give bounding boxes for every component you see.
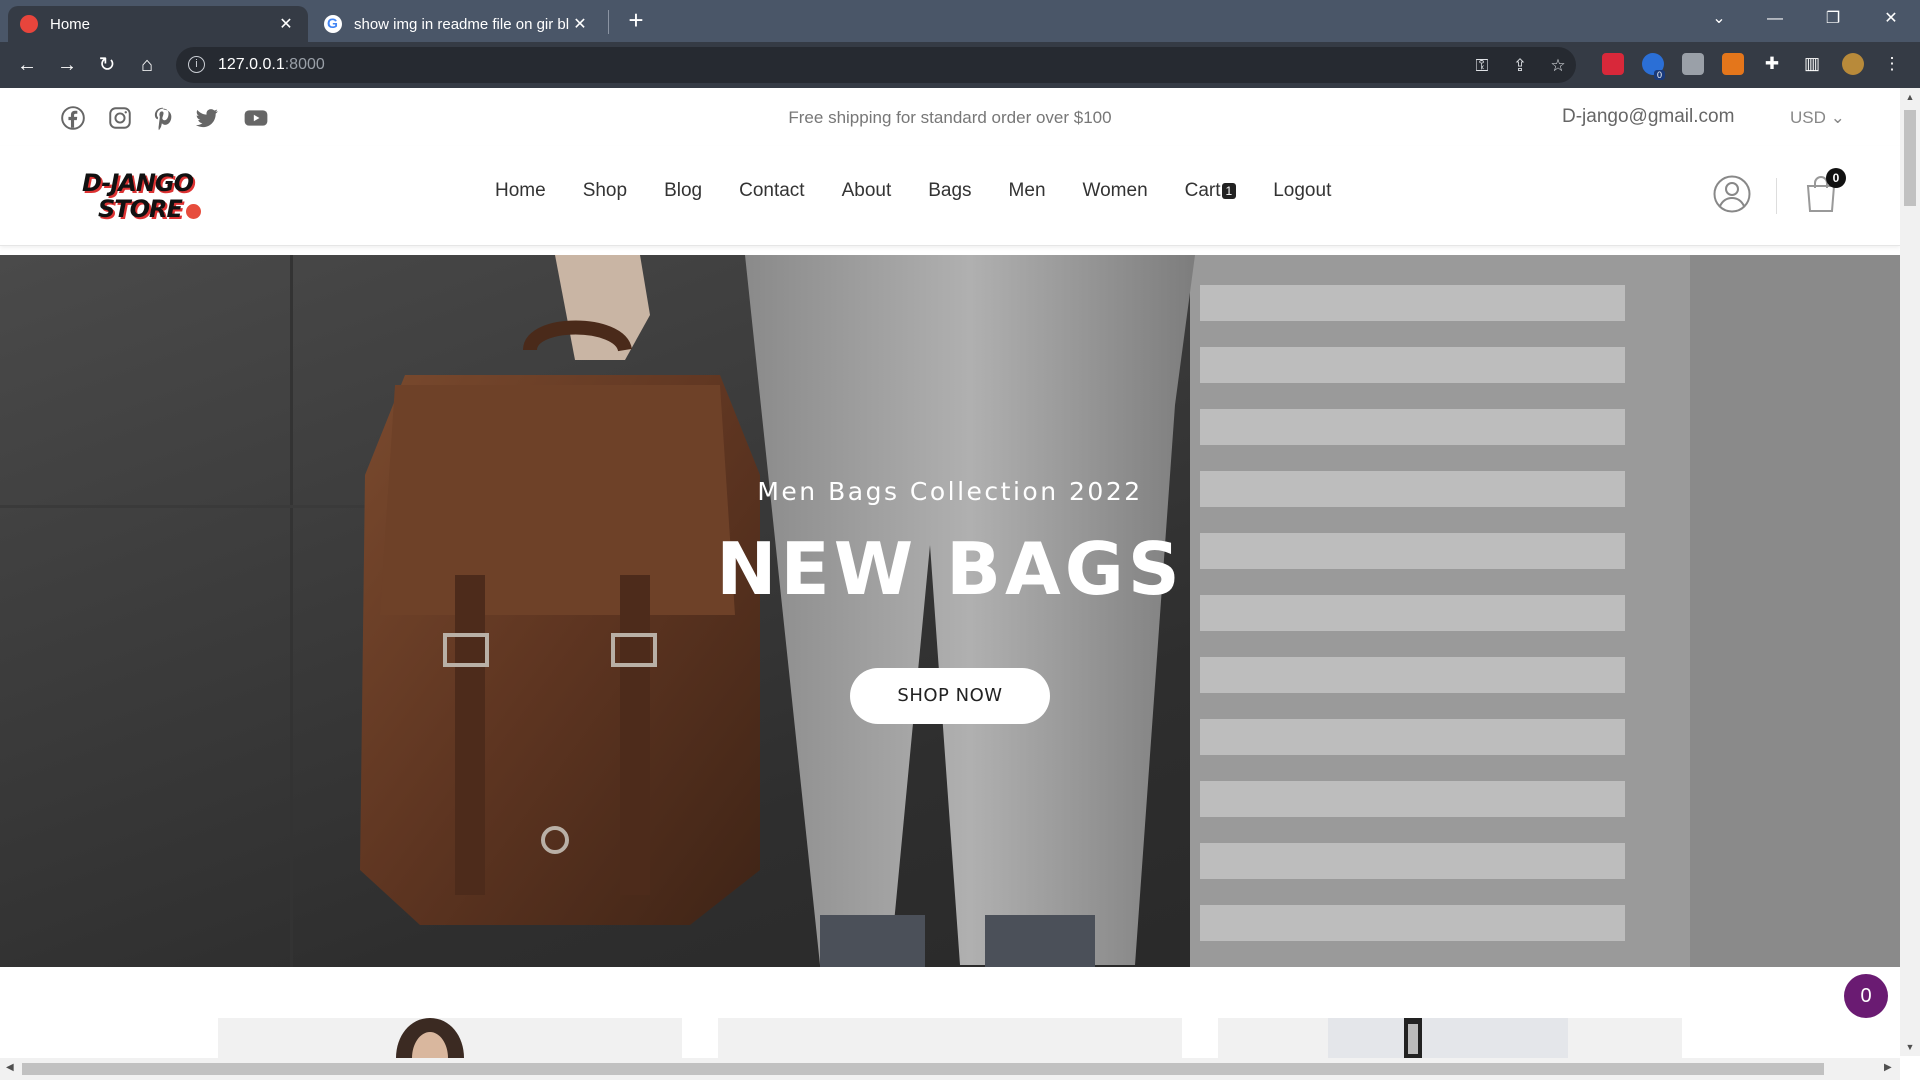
new-tab-button[interactable]: +	[622, 6, 650, 34]
top-info-bar: Free shipping for standard order over $1…	[0, 88, 1900, 146]
scroll-right-arrow-icon[interactable]: ▶	[1884, 1062, 1892, 1073]
vertical-scroll-thumb[interactable]	[1904, 110, 1916, 206]
minimize-button[interactable]: —	[1752, 0, 1798, 38]
contact-email[interactable]: D-jango@gmail.com	[1562, 106, 1734, 128]
store-logo[interactable]: D-JANGO STORE	[80, 168, 210, 222]
header-divider	[1776, 178, 1777, 214]
metamask-fox-icon[interactable]	[1722, 53, 1744, 75]
site-info-icon[interactable]: i	[188, 56, 205, 73]
hero-title: NEW BAGS	[716, 527, 1184, 611]
tab-title: Home	[50, 15, 91, 33]
browser-menu-icon[interactable]: ⋮	[1882, 54, 1902, 74]
user-account-icon[interactable]	[1712, 174, 1752, 214]
side-panel-icon[interactable]: ▥	[1802, 54, 1822, 74]
tab-search-button[interactable]: ⌄	[1696, 0, 1742, 38]
nav-cart-wrapper[interactable]: Cart 1	[1185, 180, 1237, 202]
extension-badge: 0	[1654, 70, 1666, 80]
bag-count-badge: 0	[1826, 168, 1846, 188]
share-icon[interactable]: ⇪	[1510, 56, 1530, 76]
back-icon[interactable]: ←	[12, 50, 42, 80]
scroll-up-arrow-icon[interactable]: ▲	[1900, 92, 1920, 102]
site-header: D-JANGO STORE Home Shop Blog Contact Abo…	[0, 146, 1900, 246]
extensions-puzzle-icon[interactable]: ✚	[1762, 54, 1782, 74]
close-window-button[interactable]: ✕	[1868, 0, 1914, 38]
forward-icon[interactable]: →	[52, 50, 82, 80]
browser-toolbar: ← → ↻ ⌂ i 127.0.0.1:8000 ⚿ ⇪ ☆ 0 ✚ ▥ ⋮	[0, 42, 1920, 88]
shop-now-button[interactable]: SHOP NOW	[850, 668, 1050, 724]
horizontal-scroll-thumb[interactable]	[22, 1063, 1824, 1075]
site-favicon-icon	[20, 15, 38, 33]
extension-grey-icon[interactable]	[1682, 53, 1704, 75]
key-icon[interactable]: ⚿	[1472, 56, 1492, 76]
nav-bags[interactable]: Bags	[928, 180, 971, 202]
cart-count-badge: 1	[1221, 182, 1237, 199]
nav-logout[interactable]: Logout	[1273, 180, 1331, 202]
url-text[interactable]: 127.0.0.1:8000	[218, 56, 325, 74]
category-card-image	[1328, 1018, 1568, 1058]
horizontal-scrollbar[interactable]: ◀ ▶	[0, 1058, 1900, 1080]
chat-widget-button[interactable]: 0	[1844, 974, 1888, 1018]
extension-red-icon[interactable]	[1602, 53, 1624, 75]
logo-dot	[186, 204, 201, 219]
hero-banner: Men Bags Collection 2022 NEW BAGS SHOP N…	[0, 255, 1900, 967]
logo-line-1: D-JANGO	[82, 169, 194, 197]
category-card-men[interactable]	[1218, 1018, 1682, 1058]
nav-home[interactable]: Home	[495, 180, 546, 202]
restore-button[interactable]: ❐	[1810, 0, 1856, 38]
home-icon[interactable]: ⌂	[132, 50, 162, 80]
nav-cart[interactable]: Cart	[1185, 180, 1221, 201]
currency-select[interactable]: USD ⌄	[1790, 108, 1845, 128]
profile-avatar[interactable]	[1842, 53, 1864, 75]
nav-men[interactable]: Men	[1009, 180, 1046, 202]
category-card-women[interactable]	[218, 1018, 682, 1058]
vertical-scrollbar[interactable]: ▲ ▼	[1900, 88, 1920, 1056]
scroll-left-arrow-icon[interactable]: ◀	[6, 1062, 14, 1073]
nav-about[interactable]: About	[842, 180, 892, 202]
nav-shop[interactable]: Shop	[583, 180, 627, 202]
tab-home[interactable]: Home ✕	[8, 6, 308, 42]
bookmark-star-icon[interactable]: ☆	[1548, 56, 1568, 76]
category-card-accessories[interactable]	[718, 1018, 1182, 1058]
scroll-down-arrow-icon[interactable]: ▼	[1900, 1042, 1920, 1052]
nav-blog[interactable]: Blog	[664, 180, 702, 202]
hero-subtitle: Men Bags Collection 2022	[757, 477, 1143, 506]
address-bar[interactable]: i 127.0.0.1:8000 ⚿ ⇪ ☆	[176, 47, 1576, 83]
main-nav: Home Shop Blog Contact About Bags Men Wo…	[495, 180, 1368, 202]
close-tab-icon[interactable]: ✕	[276, 14, 296, 34]
hero-background-image	[0, 255, 1900, 967]
browser-tab-strip: Home ✕ show img in readme file on gir bl…	[0, 0, 1920, 42]
tab-title: show img in readme file on gir bl	[354, 15, 570, 33]
google-favicon-icon	[324, 15, 342, 33]
web-page: Free shipping for standard order over $1…	[0, 88, 1900, 1058]
url-host: 127.0.0.1	[218, 56, 285, 73]
close-tab-icon[interactable]: ✕	[570, 14, 590, 34]
logo-line-2: STORE	[98, 195, 183, 223]
category-card-image	[396, 1018, 464, 1058]
tab-readme-search[interactable]: show img in readme file on gir bl ✕	[312, 6, 602, 42]
nav-contact[interactable]: Contact	[739, 180, 804, 202]
tab-divider	[608, 10, 609, 34]
reload-icon[interactable]: ↻	[92, 50, 122, 80]
nav-women[interactable]: Women	[1083, 180, 1148, 202]
url-port: :8000	[284, 56, 325, 73]
